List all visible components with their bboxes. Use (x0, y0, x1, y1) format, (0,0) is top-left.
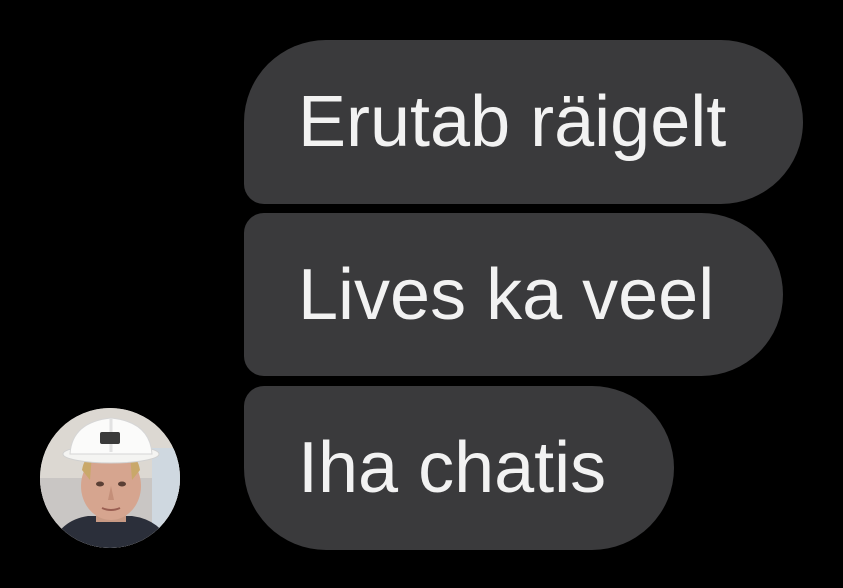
avatar[interactable] (40, 408, 180, 548)
message-text: Lives ka veel (298, 254, 715, 335)
message-text: Iha chatis (298, 428, 607, 508)
message-bubble[interactable]: Iha chatis (244, 386, 674, 550)
person-in-hard-hat-icon (40, 408, 180, 548)
message-bubble[interactable]: Lives ka veel (244, 213, 783, 376)
message-text: Erutab räigelt (298, 82, 727, 162)
message-bubble[interactable]: Erutab räigelt (244, 40, 803, 204)
